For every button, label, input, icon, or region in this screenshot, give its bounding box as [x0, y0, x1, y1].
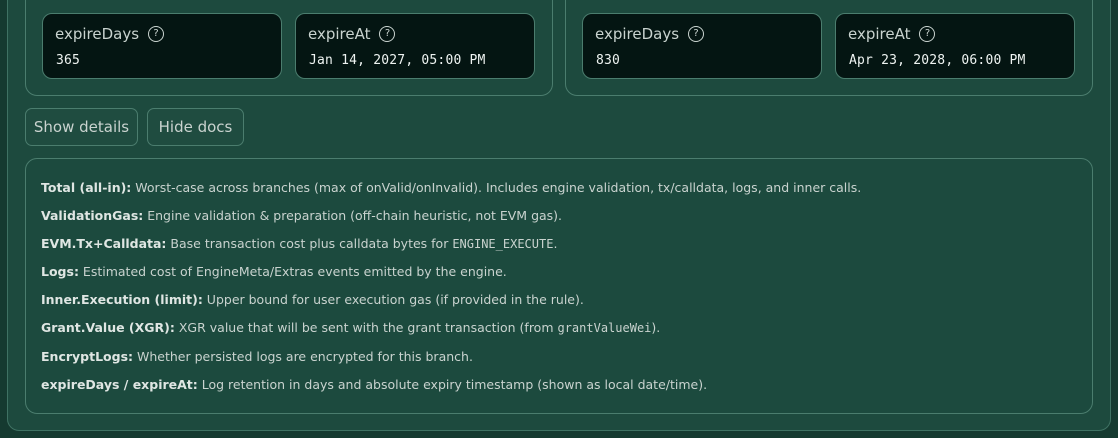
- question-circle-icon[interactable]: ?: [688, 26, 705, 42]
- field-value: Apr 23, 2028, 06:00 PM: [849, 53, 1026, 68]
- doc-term: Total (all-in):: [41, 180, 132, 195]
- field-value: 365: [56, 53, 81, 68]
- doc-text: Upper bound for user execution gas (if p…: [202, 292, 584, 307]
- doc-term: ValidationGas:: [41, 208, 144, 223]
- doc-line-encrypt-logs: EncryptLogs: Whether persisted logs are …: [41, 349, 473, 365]
- doc-text: Whether persisted logs are encrypted for…: [133, 349, 473, 364]
- doc-line-grant-value: Grant.Value (XGR): XGR value that will b…: [41, 320, 660, 336]
- doc-term: EncryptLogs:: [41, 349, 134, 364]
- show-details-button[interactable]: Show details: [25, 108, 138, 146]
- field-label: expireAt: [308, 25, 371, 43]
- question-circle-icon[interactable]: ?: [919, 26, 936, 42]
- doc-code: ENGINE_EXECUTE: [452, 237, 554, 251]
- doc-term: expireDays / expireAt:: [41, 377, 198, 392]
- doc-term: Grant.Value (XGR):: [41, 320, 175, 335]
- doc-line-evm-tx-calldata: EVM.Tx+Calldata: Base transaction cost p…: [41, 236, 557, 252]
- doc-text: Estimated cost of EngineMeta/Extras even…: [78, 264, 507, 279]
- doc-text: Engine validation & preparation (off-cha…: [143, 208, 563, 223]
- doc-text: Worst-case across branches (max of onVal…: [131, 180, 862, 195]
- field-value: 830: [596, 53, 621, 68]
- docs-panel: Total (all-in): Worst-case across branch…: [25, 158, 1093, 414]
- doc-term: Inner.Execution (limit):: [41, 292, 203, 307]
- question-circle-icon[interactable]: ?: [148, 26, 165, 42]
- expire-at-field: expireAt ? Apr 23, 2028, 06:00 PM: [835, 13, 1075, 79]
- doc-line-logs: Logs: Estimated cost of EngineMeta/Extra…: [41, 264, 507, 280]
- doc-code: grantValueWei: [557, 321, 652, 335]
- doc-text-after: .: [553, 236, 558, 251]
- doc-line-validation-gas: ValidationGas: Engine validation & prepa…: [41, 208, 562, 224]
- hide-docs-button[interactable]: Hide docs: [147, 108, 244, 146]
- doc-text: Log retention in days and absolute expir…: [197, 377, 708, 392]
- doc-term: EVM.Tx+Calldata:: [41, 236, 167, 251]
- doc-line-expire: expireDays / expireAt: Log retention in …: [41, 377, 707, 393]
- doc-text: Base transaction cost plus calldata byte…: [166, 236, 453, 251]
- question-circle-icon[interactable]: ?: [379, 26, 396, 42]
- field-label: expireDays: [595, 25, 680, 43]
- field-value: Jan 14, 2027, 05:00 PM: [309, 53, 486, 68]
- expire-days-field: expireDays ? 830: [582, 13, 822, 79]
- doc-line-total: Total (all-in): Worst-case across branch…: [41, 180, 861, 196]
- doc-line-inner-execution: Inner.Execution (limit): Upper bound for…: [41, 292, 584, 308]
- doc-text-after: ).: [651, 320, 661, 335]
- expire-at-field: expireAt ? Jan 14, 2027, 05:00 PM: [295, 13, 535, 79]
- field-label: expireAt: [848, 25, 911, 43]
- field-label: expireDays: [55, 25, 140, 43]
- expire-days-field: expireDays ? 365: [42, 13, 282, 79]
- doc-term: Logs:: [41, 264, 79, 279]
- doc-text: XGR value that will be sent with the gra…: [174, 320, 558, 335]
